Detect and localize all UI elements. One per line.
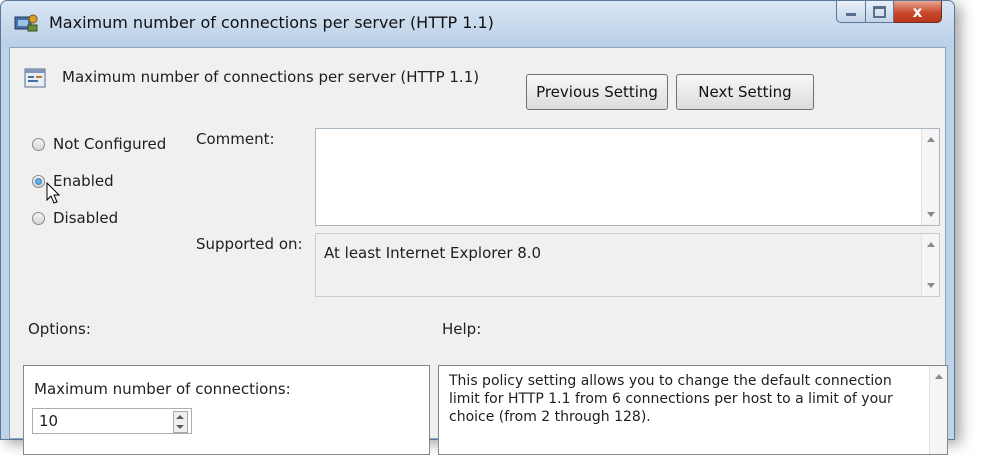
comment-textbox[interactable] — [315, 128, 940, 226]
title-bar[interactable]: Maximum number of connections per server… — [1, 1, 954, 47]
scroll-up-arrow-icon[interactable] — [935, 374, 943, 379]
comment-label: Comment: — [196, 130, 275, 148]
minimize-button[interactable] — [836, 1, 866, 23]
options-heading: Options: — [28, 320, 91, 338]
setting-title: Maximum number of connections per server… — [62, 68, 480, 86]
help-panel: This policy setting allows you to change… — [438, 365, 948, 455]
max-connections-value: 10 — [39, 412, 59, 430]
previous-setting-button[interactable]: Previous Setting — [526, 74, 668, 110]
minimize-icon — [846, 13, 856, 16]
max-connections-spinbox[interactable]: 10 — [32, 408, 192, 434]
radio-enabled[interactable]: Enabled — [32, 172, 114, 190]
supported-on-scrollbar[interactable] — [921, 234, 939, 296]
options-panel: Maximum number of connections: 10 — [23, 365, 430, 455]
radio-disabled-label: Disabled — [53, 209, 119, 227]
window-controls: x — [836, 1, 942, 25]
maximize-button[interactable] — [866, 1, 894, 23]
supported-on-field: At least Internet Explorer 8.0 — [315, 233, 940, 297]
radio-not-configured-label: Not Configured — [53, 135, 167, 153]
group-policy-icon — [14, 14, 38, 32]
close-button[interactable]: x — [894, 1, 942, 23]
help-text: This policy setting allows you to change… — [449, 373, 893, 425]
scroll-up-arrow-icon[interactable] — [927, 242, 935, 247]
radio-disabled[interactable]: Disabled — [32, 209, 118, 227]
radio-enabled-label: Enabled — [53, 172, 114, 190]
help-heading: Help: — [442, 320, 482, 338]
radio-disabled-button[interactable] — [32, 211, 45, 225]
radio-not-configured-button[interactable] — [32, 137, 45, 151]
policy-dialog-window: Maximum number of connections per server… — [0, 0, 955, 455]
scroll-up-arrow-icon[interactable] — [927, 137, 935, 142]
spin-down-icon[interactable] — [176, 425, 184, 429]
radio-not-configured[interactable]: Not Configured — [32, 135, 166, 153]
window-title: Maximum number of connections per server… — [49, 13, 494, 32]
max-connections-label: Maximum number of connections: — [34, 380, 291, 398]
dialog-client-area: Maximum number of connections per server… — [9, 47, 948, 455]
scroll-down-arrow-icon[interactable] — [927, 283, 935, 288]
spin-buttons[interactable] — [173, 411, 188, 433]
supported-on-label: Supported on: — [196, 235, 303, 253]
spin-up-icon[interactable] — [176, 415, 184, 419]
comment-scrollbar[interactable] — [921, 129, 939, 225]
mouse-cursor-icon — [46, 182, 61, 204]
supported-on-value: At least Internet Explorer 8.0 — [324, 244, 542, 262]
next-setting-button[interactable]: Next Setting — [676, 74, 814, 110]
setting-icon — [24, 68, 46, 88]
close-icon: x — [912, 2, 923, 21]
help-scrollbar[interactable] — [929, 366, 947, 454]
maximize-icon — [873, 5, 886, 18]
radio-enabled-button[interactable] — [32, 174, 45, 188]
scroll-down-arrow-icon[interactable] — [927, 212, 935, 217]
